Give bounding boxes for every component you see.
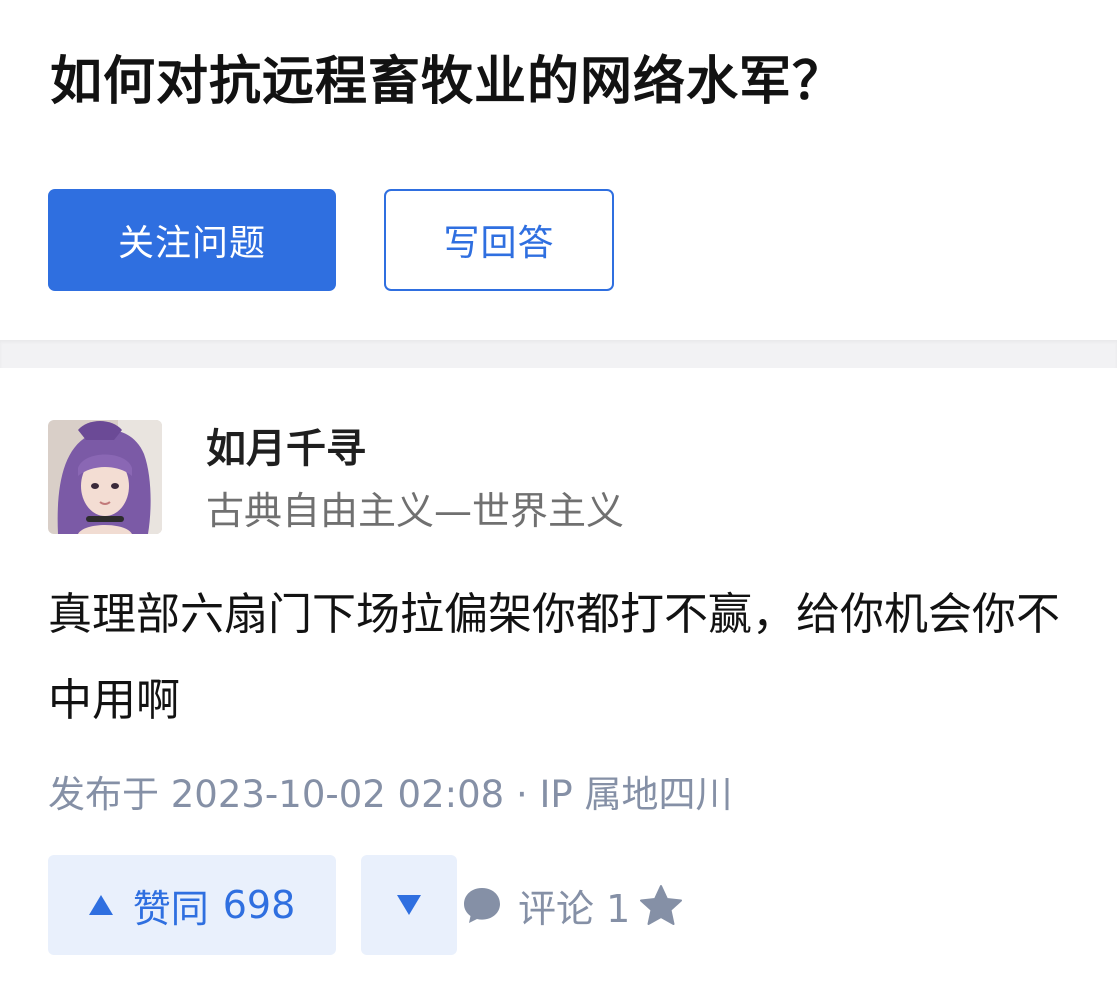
upvote-label: 赞同 [132, 886, 209, 931]
answer-card: 如月千寻 古典自由主义—世界主义 真理部六扇门下场拉偏架你都打不赢，给你机会你不… [0, 368, 1117, 995]
question-header: 如何对抗远程畜牧业的网络水军？ 关注问题 写回答 [0, 0, 1117, 340]
publish-meta: 发布于 2023-10-02 02:08 · IP 属地四川 [48, 773, 733, 816]
downvote-button[interactable] [361, 855, 457, 955]
star-icon[interactable] [638, 883, 684, 929]
speech-bubble-icon [464, 888, 500, 923]
author-name[interactable]: 如月千寻 [206, 416, 366, 474]
comment-button[interactable]: 评论 1 [462, 855, 630, 955]
section-divider [0, 340, 1117, 368]
upvote-button[interactable]: 赞同 698 [48, 855, 336, 955]
avatar[interactable] [48, 420, 162, 534]
triangle-down-icon [397, 895, 421, 915]
answer-content: 真理部六扇门下场拉偏架你都打不赢，给你机会你不中用啊 [48, 589, 1060, 726]
comment-label: 评论 1 [518, 886, 631, 931]
author-headline: 古典自由主义—世界主义 [206, 489, 625, 533]
question-title[interactable]: 如何对抗远程畜牧业的网络水军？ [50, 44, 845, 120]
triangle-up-icon [88, 895, 113, 915]
write-answer-button[interactable]: 写回答 [384, 189, 614, 291]
follow-question-button[interactable]: 关注问题 [48, 189, 336, 291]
avatar-photo-icon [48, 420, 162, 534]
upvote-count: 698 [222, 883, 296, 927]
action-bar: 赞同 698 评论 1 [0, 855, 1117, 955]
